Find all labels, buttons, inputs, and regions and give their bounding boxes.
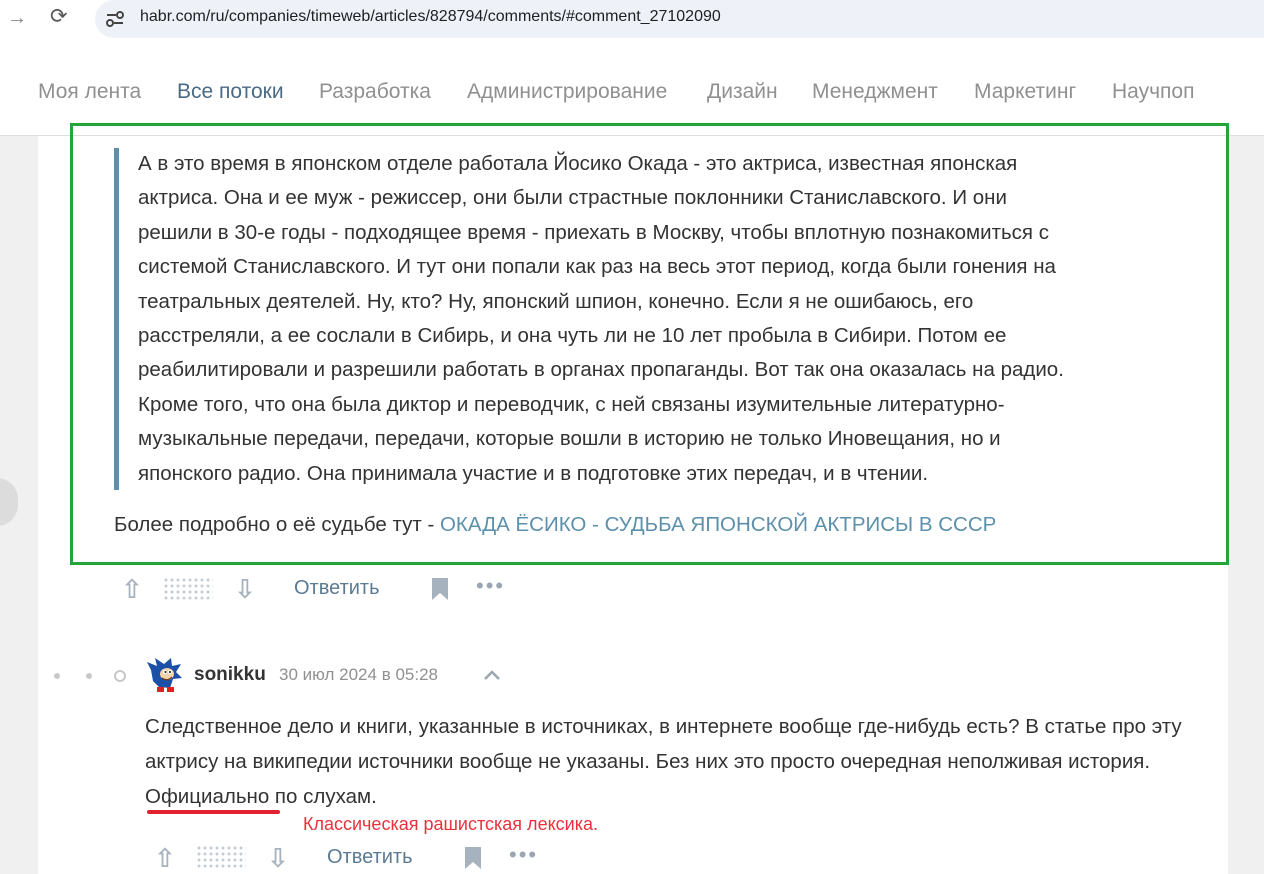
- thread-dot: [54, 673, 60, 679]
- bookmark-icon[interactable]: [464, 846, 482, 870]
- nav-item-management[interactable]: Менеджмент: [812, 80, 938, 104]
- forward-arrow-icon[interactable]: →: [7, 7, 27, 29]
- vote-up-icon[interactable]: ⇧: [121, 574, 143, 604]
- bookmark-icon[interactable]: [431, 577, 449, 601]
- more-options-icon[interactable]: •••: [509, 844, 538, 866]
- nav-item-marketing[interactable]: Маркетинг: [974, 80, 1076, 104]
- rating-placeholder: [196, 845, 246, 869]
- reload-icon[interactable]: ⟳: [50, 5, 72, 29]
- highlight-box: [70, 123, 1229, 565]
- comment-body: Следственное дело и книги, указанные в и…: [145, 709, 1230, 814]
- nav-item-development[interactable]: Разработка: [319, 80, 431, 104]
- nav-item-all-streams[interactable]: Все потоки: [177, 80, 284, 104]
- rating-placeholder: [163, 577, 213, 601]
- nav-item-my-feed[interactable]: Моя лента: [38, 80, 141, 104]
- url-text[interactable]: habr.com/ru/companies/timeweb/articles/8…: [140, 8, 721, 26]
- thread-dot: [86, 673, 92, 679]
- comment-date[interactable]: 30 июл 2024 в 05:28: [279, 665, 438, 685]
- comment-username[interactable]: sonikku: [194, 664, 266, 686]
- reply-button[interactable]: Ответить: [294, 575, 380, 601]
- red-annotation: Классическая рашистская лексика.: [303, 814, 598, 834]
- red-underline-mark: [147, 810, 280, 814]
- thread-ring[interactable]: [114, 670, 126, 682]
- site-info-icon[interactable]: [104, 8, 126, 30]
- reply-button[interactable]: Ответить: [327, 844, 413, 870]
- scroll-handle[interactable]: [0, 478, 18, 526]
- vote-up-icon[interactable]: ⇧: [154, 843, 176, 873]
- nav-item-popsci[interactable]: Научпоп: [1112, 80, 1194, 104]
- vote-down-icon[interactable]: ⇩: [234, 574, 256, 604]
- nav-item-administration[interactable]: Администрирование: [467, 80, 667, 104]
- nav-item-design[interactable]: Дизайн: [707, 80, 778, 104]
- vote-down-icon[interactable]: ⇩: [267, 843, 289, 873]
- chevron-up-icon[interactable]: [482, 665, 502, 685]
- comment-underlined-word: неполживая: [947, 750, 1063, 773]
- more-options-icon[interactable]: •••: [476, 575, 505, 597]
- avatar[interactable]: [145, 656, 183, 694]
